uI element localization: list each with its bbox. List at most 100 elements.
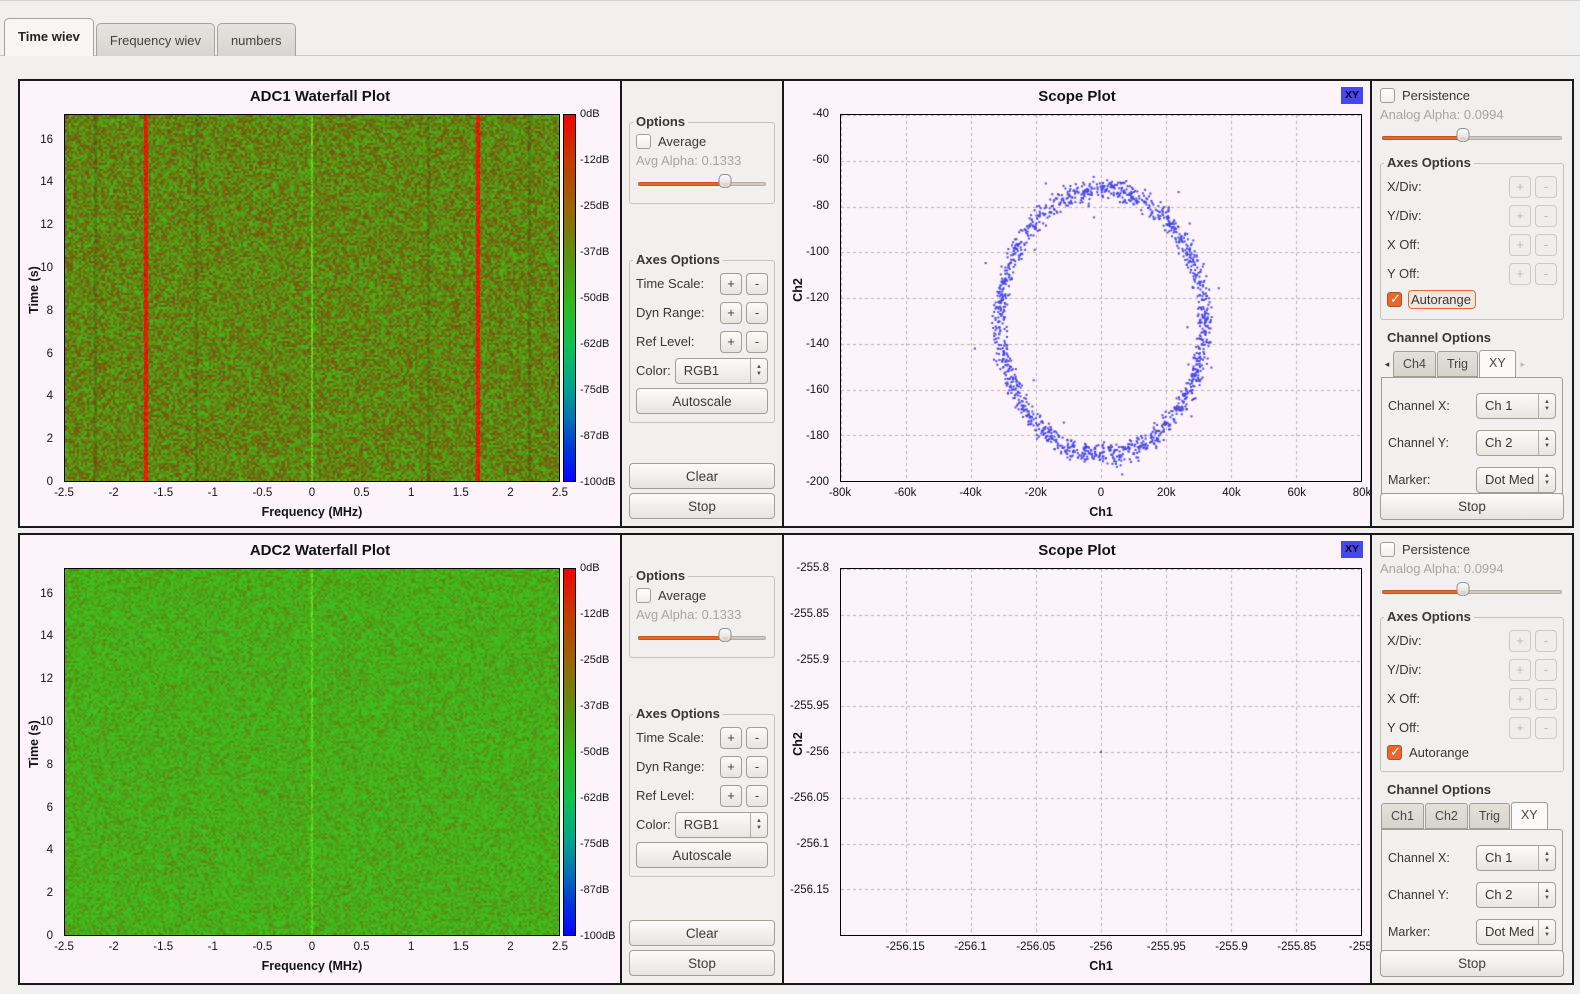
color-select[interactable]: RGB1 ▲▼ xyxy=(675,358,768,384)
channel-tab-trig[interactable]: Trig xyxy=(1469,803,1510,829)
avg-alpha-slider[interactable] xyxy=(638,174,766,193)
tick-label: 2.5 xyxy=(552,941,568,953)
scope1-title: Scope Plot xyxy=(784,88,1370,105)
persistence-checkbox[interactable] xyxy=(1380,88,1395,103)
spinner-arrows-icon[interactable]: ▲▼ xyxy=(1538,920,1555,944)
dyn-range-plus-button[interactable]: + xyxy=(720,756,742,778)
avg-alpha-label: Avg Alpha: 0.1333 xyxy=(636,153,768,168)
scope2-controls-panel: Persistence Analog Alpha: 0.0994 Axes Op… xyxy=(1370,535,1572,983)
channel-tab-ch1[interactable]: Ch1 xyxy=(1381,803,1424,829)
time-scale-minus-button[interactable]: - xyxy=(746,273,768,295)
tick-label: 0 xyxy=(309,487,315,499)
dyn-range-row: Dyn Range: + - xyxy=(636,752,768,781)
persistence-checkbox-row[interactable]: Persistence xyxy=(1380,542,1564,557)
channel-tab-ch4[interactable]: Ch4 xyxy=(1393,351,1436,377)
analog-alpha-slider[interactable] xyxy=(1382,582,1562,601)
spinner-arrows-icon[interactable]: ▲▼ xyxy=(750,813,767,837)
tick-label: -1.5 xyxy=(153,941,173,953)
autorange-checkbox[interactable] xyxy=(1387,292,1402,307)
scope1-stop-button[interactable]: Stop xyxy=(1380,493,1564,520)
slider-handle[interactable] xyxy=(1457,582,1470,596)
scope2-stop-button[interactable]: Stop xyxy=(1380,950,1564,977)
dyn-range-plus-button[interactable]: + xyxy=(720,302,742,324)
slider-handle[interactable] xyxy=(719,174,732,188)
channel-x-select[interactable]: Ch 1 ▲▼ xyxy=(1476,393,1556,419)
channel-x-row: Channel X: Ch 1 ▲▼ xyxy=(1388,845,1556,871)
spinner-arrows-icon[interactable]: ▲▼ xyxy=(750,359,767,383)
options-group-title: Options xyxy=(633,568,688,583)
marker-select[interactable]: Dot Med ▲▼ xyxy=(1476,919,1556,945)
autorange-checkbox-row[interactable]: Autorange xyxy=(1387,745,1557,760)
ref-level-minus-button[interactable]: - xyxy=(746,785,768,807)
channel-tab-xy[interactable]: XY xyxy=(1479,350,1516,378)
marker-value: Dot Med xyxy=(1477,468,1538,492)
avg-alpha-slider[interactable] xyxy=(638,628,766,647)
autorange-checkbox-row[interactable]: Autorange xyxy=(1387,291,1557,308)
channel-tab-xy[interactable]: XY xyxy=(1511,802,1548,830)
tick-label: -256 xyxy=(806,746,829,758)
spinner-arrows-icon[interactable]: ▲▼ xyxy=(1538,883,1555,907)
tab-frequency-view[interactable]: Frequency wiev xyxy=(96,23,215,56)
adc2-clear-button[interactable]: Clear xyxy=(629,920,775,946)
avg-alpha-label: Avg Alpha: 0.1333 xyxy=(636,607,768,622)
time-scale-plus-button[interactable]: + xyxy=(720,273,742,295)
color-select[interactable]: RGB1 ▲▼ xyxy=(675,812,768,838)
tab-numbers[interactable]: numbers xyxy=(217,23,296,56)
ref-level-plus-button[interactable]: + xyxy=(720,331,742,353)
time-scale-plus-button[interactable]: + xyxy=(720,727,742,749)
analog-alpha-slider[interactable] xyxy=(1382,128,1562,147)
scope1-controls-panel: Persistence Analog Alpha: 0.0994 Axes Op… xyxy=(1370,81,1572,526)
spinner-arrows-icon[interactable]: ▲▼ xyxy=(1538,394,1555,418)
adc1-options-panel: Options Average Avg Alpha: 0.1333 Axes O… xyxy=(620,81,784,526)
tick-label: -1 xyxy=(208,487,218,499)
time-scale-minus-button[interactable]: - xyxy=(746,727,768,749)
x-off-minus-button: - xyxy=(1535,688,1557,710)
average-checkbox-row[interactable]: Average xyxy=(636,134,768,149)
adc2-stop-button[interactable]: Stop xyxy=(629,950,775,976)
adc2-options-panel: Options Average Avg Alpha: 0.1333 Axes O… xyxy=(620,535,784,983)
adc1-clear-button[interactable]: Clear xyxy=(629,463,775,489)
x-div-label: X/Div: xyxy=(1387,179,1505,194)
slider-handle[interactable] xyxy=(1457,128,1470,142)
average-checkbox[interactable] xyxy=(636,134,651,149)
tick-label: -120 xyxy=(806,292,829,304)
scope2-title: Scope Plot xyxy=(784,542,1370,559)
xy-tab-pane: Channel X: Ch 1 ▲▼ Channel Y: Ch 2 ▲▼ xyxy=(1381,829,1563,961)
tick-label: -40k xyxy=(959,487,981,499)
channel-y-select[interactable]: Ch 2 ▲▼ xyxy=(1476,882,1556,908)
tick-label: -256 xyxy=(1089,941,1112,953)
spinner-arrows-icon[interactable]: ▲▼ xyxy=(1538,468,1555,492)
adc1-stop-button[interactable]: Stop xyxy=(629,493,775,519)
spinner-arrows-icon[interactable]: ▲▼ xyxy=(1538,431,1555,455)
average-checkbox-row[interactable]: Average xyxy=(636,588,768,603)
tick-label: 1.5 xyxy=(453,941,469,953)
tick-label: 2 xyxy=(47,433,53,445)
slider-handle[interactable] xyxy=(719,628,732,642)
scope1-axes-options-group: Axes Options X/Div: + - Y/Div: + - X Off… xyxy=(1380,163,1564,320)
average-checkbox[interactable] xyxy=(636,588,651,603)
marker-select[interactable]: Dot Med ▲▼ xyxy=(1476,467,1556,493)
autorange-checkbox[interactable] xyxy=(1387,745,1402,760)
scope2-x-ticks: -256.15-256.1-256.05-256-255.95-255.9-25… xyxy=(840,941,1362,956)
tab-scroll-left-icon[interactable]: ◂ xyxy=(1381,359,1393,377)
persistence-checkbox-row[interactable]: Persistence xyxy=(1380,88,1564,103)
colorbar-tick-label: -100dB xyxy=(580,930,615,942)
ref-level-minus-button[interactable]: - xyxy=(746,331,768,353)
colorbar-tick-label: -25dB xyxy=(580,200,609,212)
autoscale-button[interactable]: Autoscale xyxy=(636,842,768,868)
channel-x-select[interactable]: Ch 1 ▲▼ xyxy=(1476,845,1556,871)
colorbar-tick-label: -75dB xyxy=(580,838,609,850)
tick-label: 80k xyxy=(1353,487,1370,499)
x-off-label: X Off: xyxy=(1387,691,1505,706)
channel-y-select[interactable]: Ch 2 ▲▼ xyxy=(1476,430,1556,456)
channel-tab-trig[interactable]: Trig xyxy=(1437,351,1478,377)
persistence-checkbox[interactable] xyxy=(1380,542,1395,557)
color-row: Color: RGB1 ▲▼ xyxy=(636,810,768,839)
dyn-range-minus-button[interactable]: - xyxy=(746,302,768,324)
channel-tab-ch2[interactable]: Ch2 xyxy=(1425,803,1468,829)
autoscale-button[interactable]: Autoscale xyxy=(636,388,768,414)
ref-level-plus-button[interactable]: + xyxy=(720,785,742,807)
dyn-range-minus-button[interactable]: - xyxy=(746,756,768,778)
tab-time-view[interactable]: Time wiev xyxy=(4,18,94,56)
spinner-arrows-icon[interactable]: ▲▼ xyxy=(1538,846,1555,870)
